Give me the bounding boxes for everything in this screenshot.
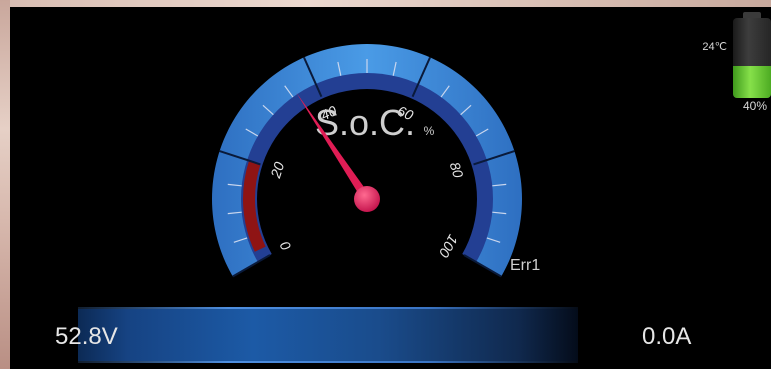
display-screen: 0 20 40 60 80 100 S.o.C. % 24℃ 40% Err1 52.8V…	[10, 7, 771, 369]
gauge-needle-cap	[354, 186, 380, 212]
soc-gauge: 02040 6080100 S.o.C. %	[212, 44, 523, 278]
readout-bar-bottom-line	[78, 361, 578, 363]
error-code: Err1	[510, 257, 541, 274]
gauge-tick-label: 100	[436, 232, 462, 260]
gauge-scale-bands	[212, 44, 523, 277]
battery-body	[733, 18, 771, 98]
readout-bar	[78, 309, 578, 361]
gauge-unit: %	[424, 124, 435, 138]
battery-percent: 40%	[742, 99, 767, 113]
current-readout: 0.0A	[642, 323, 692, 350]
gauge-tick-label: 0	[276, 239, 294, 254]
battery-fill-level	[733, 66, 771, 98]
gauge-tick-label: 20	[267, 160, 287, 181]
gauge-title: S.o.C.	[315, 102, 415, 143]
voltage-readout: 52.8V	[55, 323, 118, 350]
gauge-tick-label: 80	[447, 160, 467, 180]
temperature-readout: 24℃	[702, 41, 727, 53]
device-frame-left	[0, 0, 10, 369]
device-frame-top	[0, 0, 771, 7]
battery-icon	[733, 12, 771, 98]
